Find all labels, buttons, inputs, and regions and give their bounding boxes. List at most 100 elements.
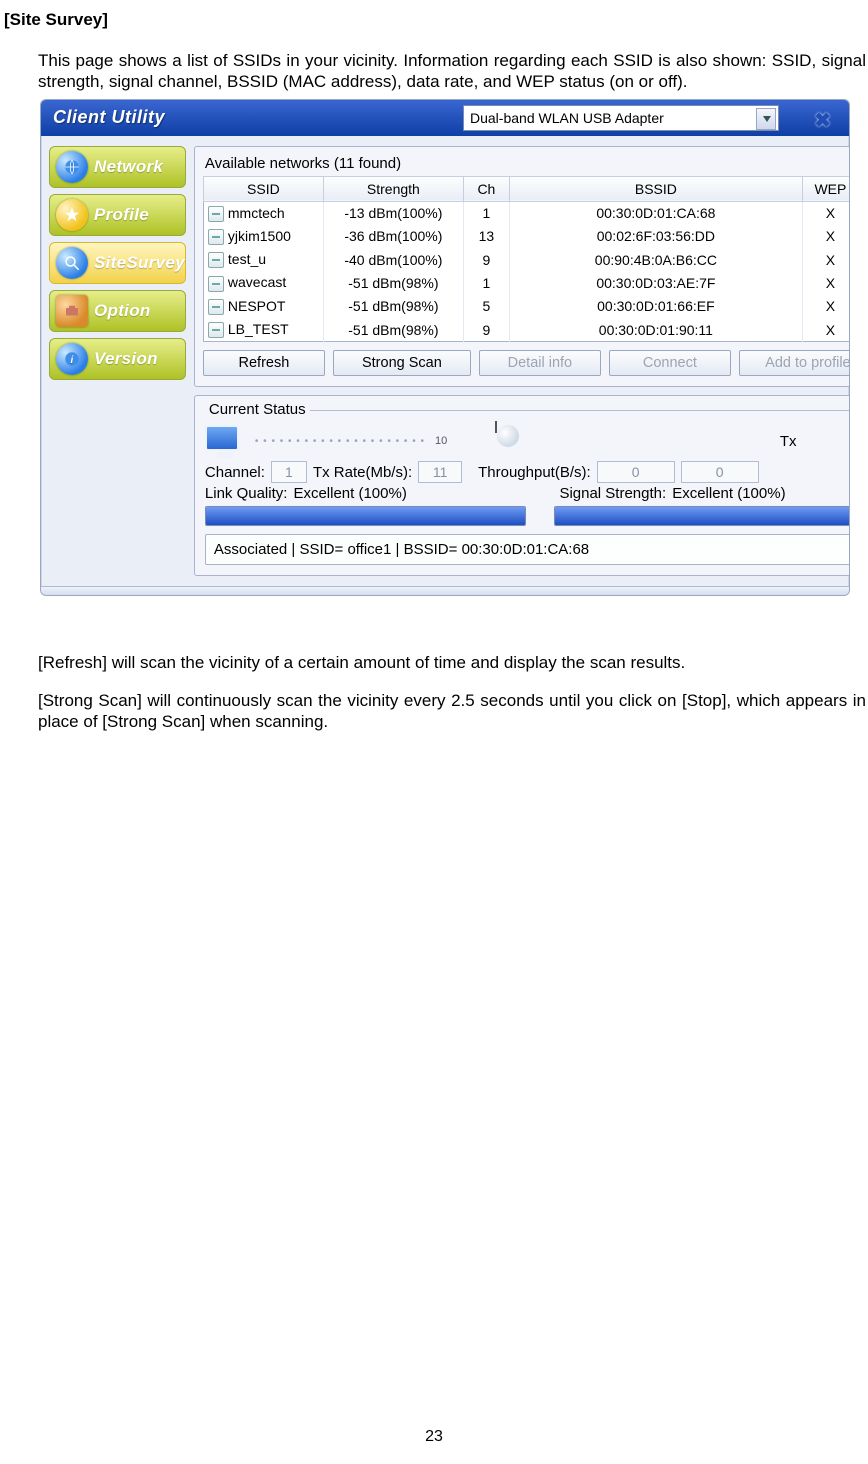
cell: 00:30:0D:01:66:EF <box>509 295 802 318</box>
ap-icon <box>497 425 529 457</box>
network-icon <box>208 229 224 245</box>
cell: 1 <box>463 271 509 294</box>
pc-icon <box>205 425 245 457</box>
current-status-panel: Current Status • • • • • • • • • • • • •… <box>194 395 850 576</box>
col-ch[interactable]: Ch <box>463 176 509 201</box>
window-bottom-border <box>41 586 849 595</box>
cell: 00:30:0D:01:90:11 <box>509 318 802 342</box>
cell: 9 <box>463 248 509 271</box>
tx-label: Tx <box>780 433 797 450</box>
globe-icon <box>56 151 88 183</box>
adapter-dropdown[interactable]: Dual-band WLAN USB Adapter <box>463 105 779 131</box>
cell: mmctech <box>228 205 285 221</box>
link-dots-icon: • • • • • • • • • • • • • • • • • • • • … <box>255 436 425 447</box>
table-row[interactable]: yjkim1500-36 dBm(100%)1300:02:6F:03:56:D… <box>203 225 850 248</box>
client-utility-window: Client Utility Dual-band WLAN USB Adapte… <box>40 99 850 597</box>
svg-text:i: i <box>71 354 74 365</box>
title-bar: Client Utility Dual-band WLAN USB Adapte… <box>41 100 849 136</box>
cell: yjkim1500 <box>228 228 291 244</box>
cell: X <box>802 248 850 271</box>
page-number: 23 <box>0 1428 868 1446</box>
cell: 00:02:6F:03:56:DD <box>509 225 802 248</box>
adapter-selected-text: Dual-band WLAN USB Adapter <box>470 110 664 126</box>
txrate-label: Tx Rate(Mb/s): <box>313 464 412 481</box>
assoc-ssid: office1 <box>347 541 391 558</box>
network-icon <box>208 206 224 222</box>
connect-button[interactable]: Connect <box>609 350 731 376</box>
signal-number: 10 <box>435 435 447 447</box>
strong-scan-button[interactable]: Strong Scan <box>333 350 471 376</box>
table-header-row: SSID Strength Ch BSSID WEP <box>203 176 850 201</box>
table-row[interactable]: wavecast-51 dBm(98%)100:30:0D:03:AE:7FX <box>203 271 850 294</box>
cell: 1 <box>463 201 509 225</box>
col-ssid[interactable]: SSID <box>203 176 323 201</box>
cell: X <box>802 225 850 248</box>
network-icon <box>208 299 224 315</box>
col-wep[interactable]: WEP <box>802 176 850 201</box>
cell: X <box>802 201 850 225</box>
signal-strength-value: Excellent (100%) <box>672 485 785 502</box>
add-to-profile-button[interactable]: Add to profile <box>739 350 850 376</box>
table-row[interactable]: LB_TEST -51 dBm(98%)900:30:0D:01:90:11X <box>203 318 850 342</box>
sidebar-label: Network <box>94 157 163 177</box>
section-title: [Site Survey] <box>4 10 866 30</box>
close-icon[interactable]: ✖ <box>814 108 831 133</box>
signal-strength-label: Signal Strength: <box>559 485 666 502</box>
sidebar-item-version[interactable]: i Version <box>49 338 186 380</box>
throughput-rx-value: 0 <box>681 461 759 483</box>
sidebar-item-network[interactable]: Network <box>49 146 186 188</box>
col-strength[interactable]: Strength <box>323 176 463 201</box>
cell: NESPOT <box>228 298 286 314</box>
sidebar-item-profile[interactable]: Profile <box>49 194 186 236</box>
cell: 00:30:0D:03:AE:7F <box>509 271 802 294</box>
cell: test_u <box>228 251 266 267</box>
table-row[interactable]: mmctech -13 dBm(100%)100:30:0D:01:CA:68X <box>203 201 850 225</box>
cell: LB_TEST <box>228 321 289 337</box>
cell: -13 dBm(100%) <box>323 201 463 225</box>
network-icon <box>208 252 224 268</box>
toolbox-icon <box>56 295 88 327</box>
throughput-label: Throughput(B/s): <box>478 464 591 481</box>
link-quality-value: Excellent (100%) <box>293 485 553 502</box>
cell: X <box>802 295 850 318</box>
cell: wavecast <box>228 274 286 290</box>
cell: 5 <box>463 295 509 318</box>
table-row[interactable]: NESPOT -51 dBm(98%)500:30:0D:01:66:EFX <box>203 295 850 318</box>
cell: 00:30:0D:01:CA:68 <box>509 201 802 225</box>
association-status: Associated | SSID= office1 | BSSID= 00:3… <box>205 534 850 565</box>
sidebar-label: SiteSurvey <box>94 253 185 273</box>
col-bssid[interactable]: BSSID <box>509 176 802 201</box>
link-quality-bar <box>205 506 526 526</box>
refresh-desc: [Refresh] will scan the vicinity of a ce… <box>38 652 866 673</box>
available-networks-label: Available networks (11 found) <box>205 155 850 172</box>
throughput-tx-value: 0 <box>597 461 675 483</box>
sidebar-label: Profile <box>94 205 149 225</box>
assoc-bssid-prefix: | BSSID= <box>391 541 461 558</box>
assoc-prefix: Associated | SSID= <box>214 541 348 558</box>
sidebar-item-sitesurvey[interactable]: SiteSurvey <box>49 242 186 284</box>
networks-table[interactable]: SSID Strength Ch BSSID WEP mmctech -13 dB… <box>203 176 850 343</box>
search-icon <box>56 247 88 279</box>
cell: 9 <box>463 318 509 342</box>
detail-info-button[interactable]: Detail info <box>479 350 601 376</box>
cell: -51 dBm(98%) <box>323 295 463 318</box>
cell: X <box>802 318 850 342</box>
sidebar-item-option[interactable]: Option <box>49 290 186 332</box>
cell: -36 dBm(100%) <box>323 225 463 248</box>
assoc-bssid: 00:30:0D:01:CA:68 <box>462 541 590 558</box>
cell: -51 dBm(98%) <box>323 318 463 342</box>
refresh-button[interactable]: Refresh <box>203 350 325 376</box>
signal-strength-bar <box>554 506 850 526</box>
status-legend: Current Status <box>205 401 310 418</box>
info-icon: i <box>56 343 88 375</box>
txrate-value: 11 <box>418 461 462 483</box>
link-quality-label: Link Quality: <box>205 485 288 502</box>
table-row[interactable]: test_u-40 dBm(100%)900:90:4B:0A:B6:CCX <box>203 248 850 271</box>
cell: -40 dBm(100%) <box>323 248 463 271</box>
sidebar-label: Option <box>94 301 151 321</box>
window-title: Client Utility <box>53 107 165 128</box>
sidebar: Network Profile SiteSurvey Option i Vers… <box>49 146 186 577</box>
network-icon <box>208 276 224 292</box>
cell: X <box>802 271 850 294</box>
star-icon <box>56 199 88 231</box>
